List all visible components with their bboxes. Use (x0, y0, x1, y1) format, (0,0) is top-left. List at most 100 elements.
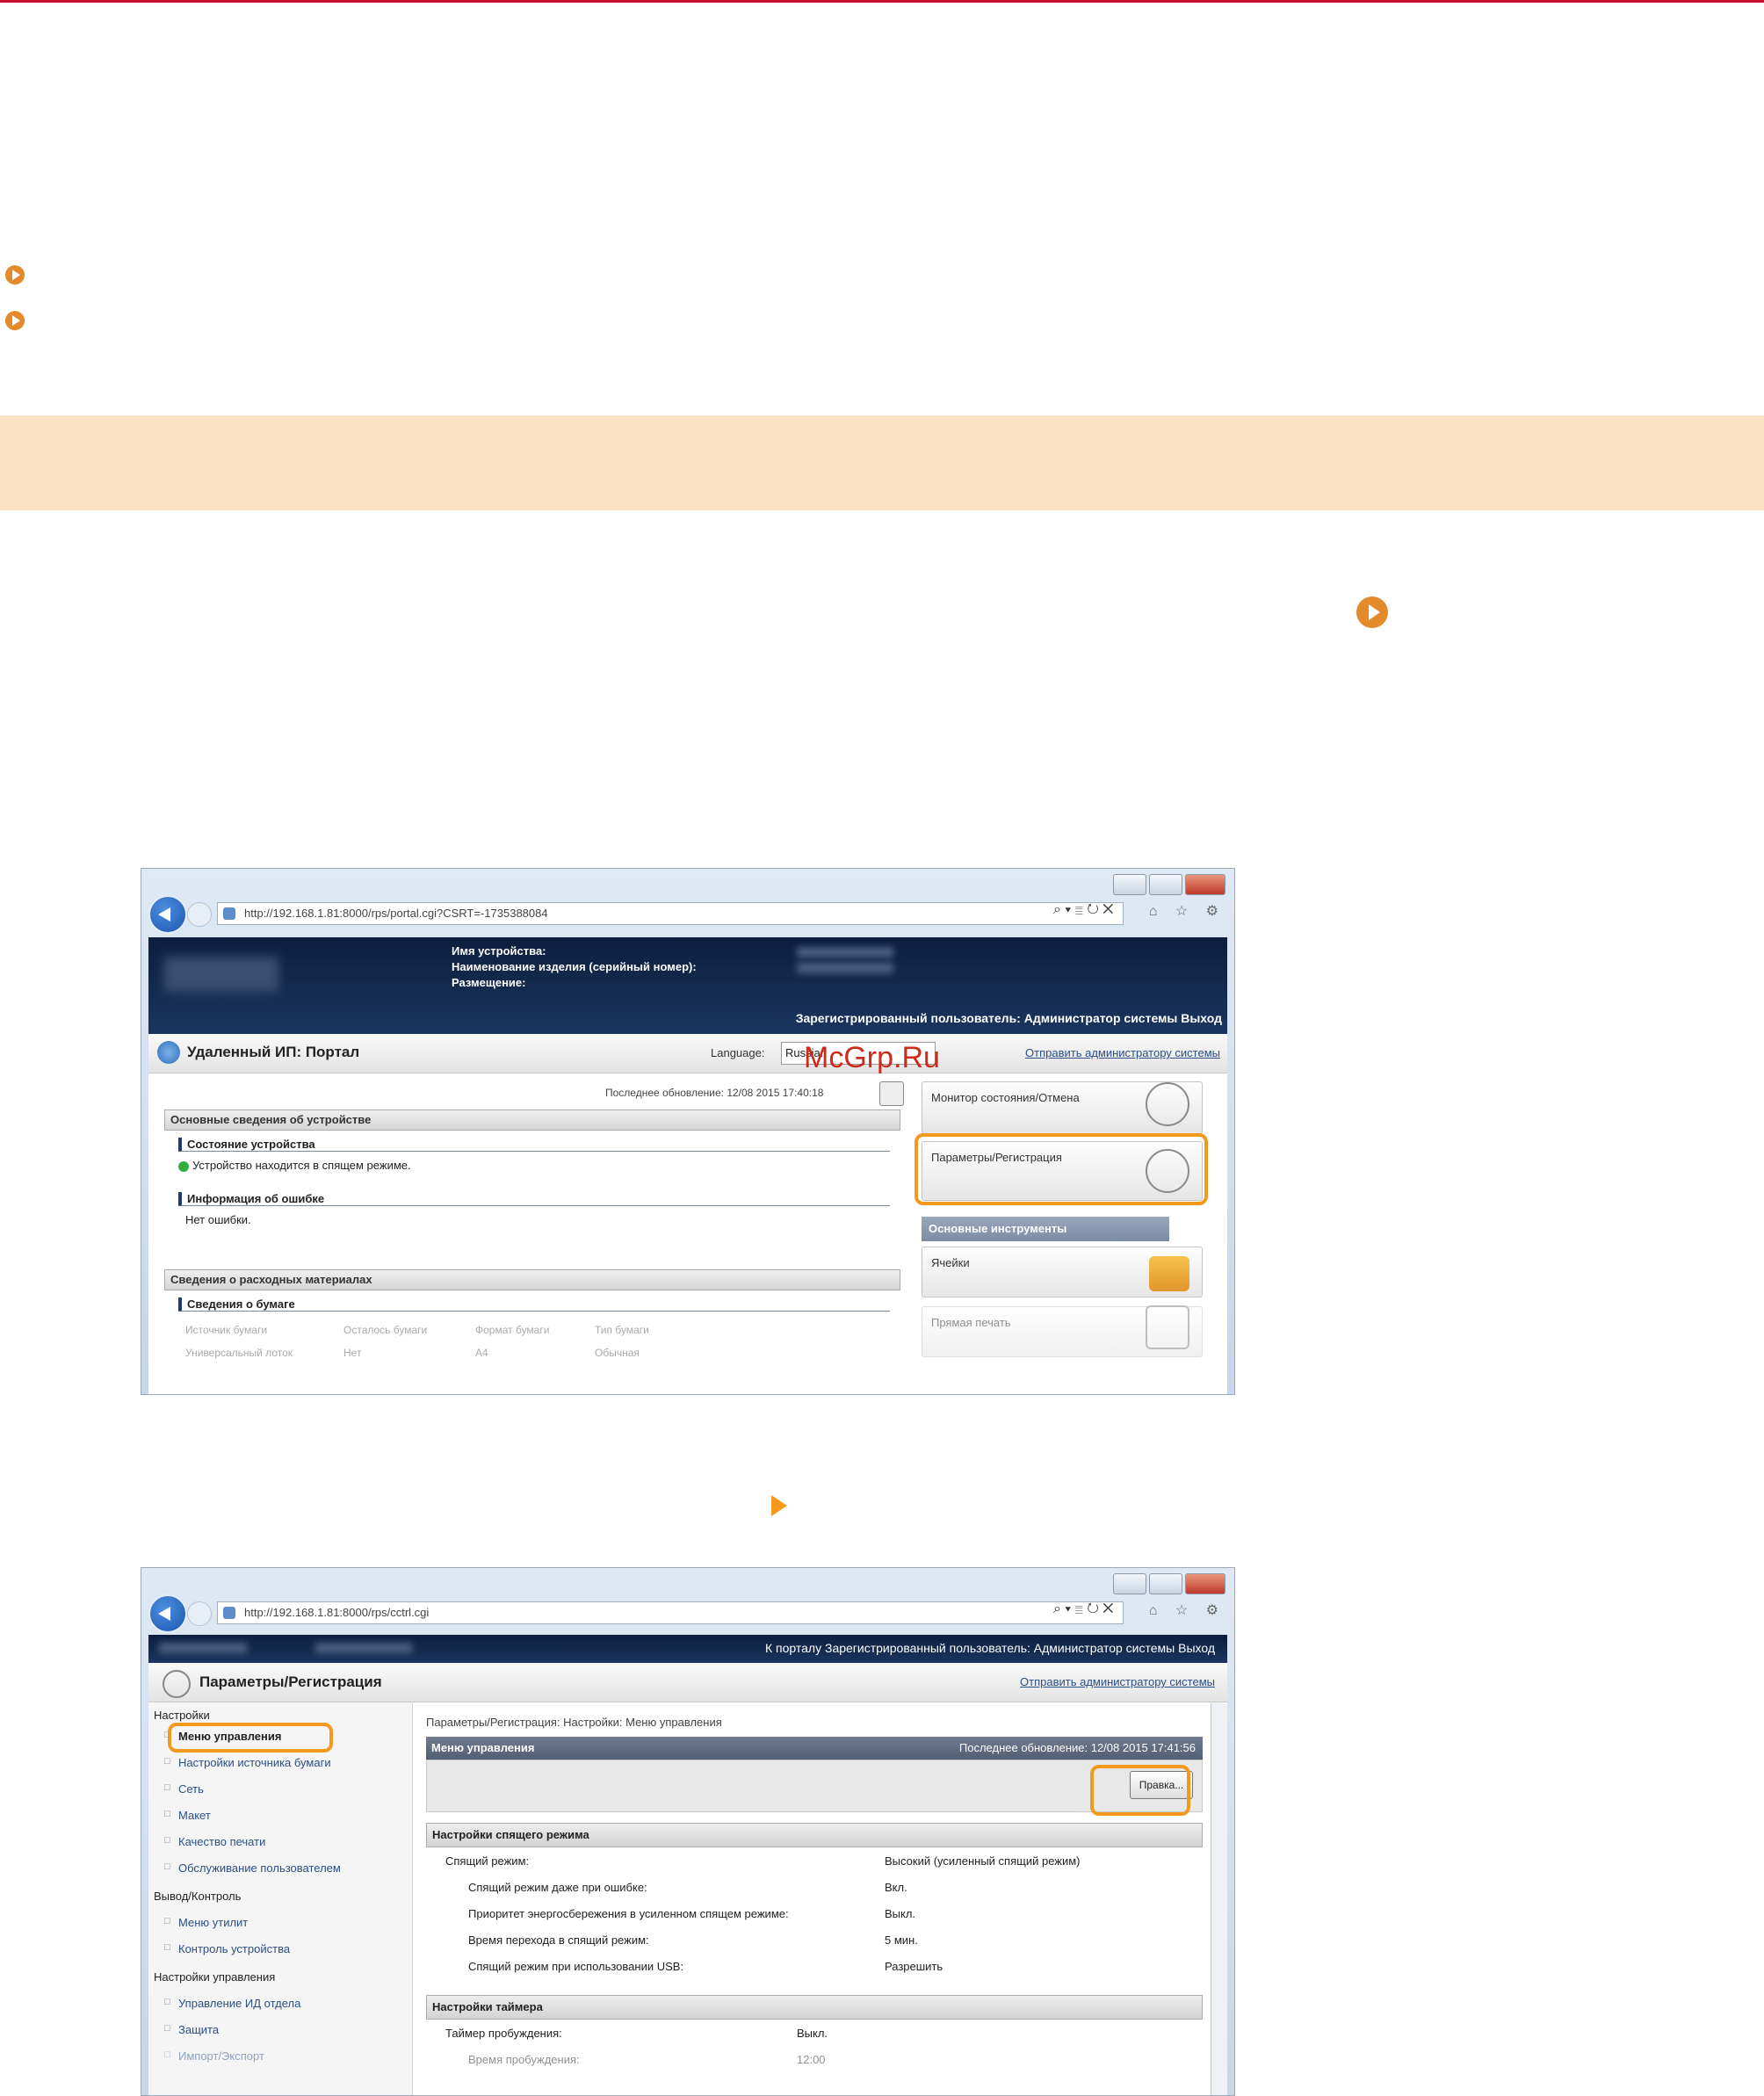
mailbox-button[interactable]: Ячейки (922, 1247, 1203, 1297)
settings-page: К порталу Зарегистрированный пользовател… (148, 1635, 1227, 2095)
minimize-button[interactable] (1113, 1573, 1146, 1594)
portal-title-bar: Удаленный ИП: Портал Language: Russian О… (148, 1034, 1227, 1074)
section-band (0, 416, 1764, 510)
consumables-header: Сведения о расходных материалах (164, 1269, 900, 1290)
url-input[interactable]: http://192.168.1.81:8000/rps/portal.cgi?… (217, 902, 1124, 925)
nav-item-utility-menu[interactable]: Меню утилит (164, 1916, 248, 1929)
paper-cell-source: Универсальный лоток (185, 1347, 293, 1359)
logged-in-user[interactable]: Зарегистрированный пользователь: Админис… (796, 1011, 1222, 1025)
forward-icon[interactable] (187, 902, 212, 927)
top-rule (0, 0, 1764, 3)
browser-nav-icons[interactable]: ⌂ ☆ ⚙ (1149, 1601, 1225, 1619)
send-to-admin-link[interactable]: Отправить администратору системы (1025, 1046, 1220, 1059)
usb-sleep-value: Разрешить (885, 1960, 943, 1973)
paper-cell-type: Обычная (595, 1347, 640, 1359)
url-input[interactable]: http://192.168.1.81:8000/rps/cctrl.cgi (217, 1601, 1124, 1624)
back-icon[interactable] (148, 1594, 187, 1633)
back-icon[interactable] (148, 895, 187, 934)
energy-priority-value: Выкл. (885, 1907, 916, 1920)
close-button[interactable] (1185, 874, 1225, 895)
error-info-title: Информация об ошибке (178, 1192, 890, 1206)
control-menu-header: Меню управления Последнее обновление: 12… (426, 1737, 1203, 1760)
mailbox-icon (1149, 1256, 1189, 1291)
device-name-value (797, 947, 893, 958)
device-name-blurred (159, 1643, 247, 1653)
settings-title-bar: Параметры/Регистрация Отправить админист… (148, 1663, 1227, 1702)
product-name-label: Наименование изделия (серийный номер): (452, 960, 697, 973)
device-name-label: Имя устройства: (452, 944, 546, 958)
portal-title: Удаленный ИП: Портал (187, 1044, 360, 1060)
paper-col-type: Тип бумаги (595, 1324, 649, 1336)
maximize-button[interactable] (1149, 1573, 1182, 1594)
direct-print-button[interactable]: Прямая печать (922, 1305, 1203, 1357)
nav-item-paper-source[interactable]: Настройки источника бумаги (164, 1756, 331, 1769)
last-updated: Последнее обновление: 12/08 2015 17:40:1… (605, 1087, 824, 1099)
portal-icon (157, 1041, 180, 1064)
status-monitor-button[interactable]: Монитор состояния/Отмена (922, 1081, 1203, 1134)
browser-window-portal: http://192.168.1.81:8000/rps/portal.cgi?… (141, 868, 1235, 1395)
sleep-mode-label: Спящий режим: (445, 1854, 530, 1868)
callout-highlight (915, 1133, 1208, 1205)
mailbox-label: Ячейки (931, 1256, 970, 1269)
forward-icon[interactable] (187, 1601, 212, 1626)
control-menu-title: Меню управления (431, 1741, 535, 1754)
browser-nav-icons[interactable]: ⌂ ☆ ⚙ (1149, 902, 1225, 920)
nav-item-device-control[interactable]: Контроль устройства (164, 1942, 290, 1955)
device-basic-info-header: Основные сведения об устройстве (164, 1109, 900, 1131)
nav-section-output: Вывод/Контроль (154, 1890, 242, 1903)
close-button[interactable] (1185, 1573, 1225, 1594)
maximize-button[interactable] (1149, 874, 1182, 895)
link-bullet-icon[interactable] (5, 265, 25, 285)
timer-settings-header: Настройки таймера (426, 1995, 1203, 2020)
nav-item-layout[interactable]: Макет (164, 1809, 211, 1822)
sleep-time-label: Время перехода в спящий режим: (468, 1933, 649, 1947)
watermark: McGrp.Ru (804, 1041, 940, 1074)
sleep-on-error-label: Спящий режим даже при ошибке: (468, 1881, 647, 1894)
address-bar: http://192.168.1.81:8000/rps/portal.cgi?… (148, 895, 1225, 934)
scrollbar[interactable] (1211, 1703, 1227, 2095)
left-nav: Настройки Меню управления Настройки исто… (148, 1703, 413, 2095)
gear-icon (163, 1670, 191, 1698)
nav-item-dept-id[interactable]: Управление ИД отдела (164, 1997, 300, 2010)
window-controls (1113, 1573, 1225, 1594)
url-tools[interactable]: ⌕ ▾ ≣ ↻ ✕ (1053, 1601, 1114, 1617)
sleep-mode-value: Высокий (усиленный спящий режим) (885, 1854, 1081, 1868)
wake-timer-label: Таймер пробуждения: (445, 2027, 562, 2040)
nav-item-network[interactable]: Сеть (164, 1782, 204, 1796)
wake-timer-value: Выкл. (797, 2027, 828, 2040)
link-bullet-icon[interactable] (5, 311, 25, 330)
logo-blurred (164, 957, 278, 992)
nav-section-management: Настройки управления (154, 1970, 276, 1984)
wake-time-value: 12:00 (797, 2053, 826, 2066)
last-updated: Последнее обновление: 12/08 2015 17:41:5… (958, 1741, 1196, 1754)
settings-main: Параметры/Регистрация: Настройки: Меню у… (414, 1703, 1227, 2095)
callout-highlight (1090, 1765, 1190, 1816)
sleep-time-value: 5 мин. (885, 1933, 918, 1947)
nav-item-print-quality[interactable]: Качество печати (164, 1835, 265, 1848)
direct-print-label: Прямая печать (931, 1316, 1011, 1329)
paper-cell-format: A4 (475, 1347, 488, 1359)
minimize-button[interactable] (1113, 874, 1146, 895)
refresh-icon[interactable] (879, 1081, 904, 1106)
language-label: Language: (711, 1046, 765, 1059)
paper-col-remaining: Осталось бумаги (343, 1324, 428, 1336)
paper-col-format: Формат бумаги (475, 1324, 550, 1336)
energy-priority-label: Приоритет энергосбережения в усиленном с… (468, 1907, 789, 1920)
paper-col-source: Источник бумаги (185, 1324, 268, 1336)
eye-icon (1146, 1082, 1189, 1126)
settings-header: К порталу Зарегистрированный пользовател… (148, 1635, 1227, 1663)
basic-tools-tab[interactable]: Основные инструменты (922, 1217, 1169, 1241)
nav-item-security[interactable]: Защита (164, 2023, 219, 2036)
header-links[interactable]: К порталу Зарегистрированный пользовател… (765, 1641, 1215, 1655)
location-label: Размещение: (452, 976, 526, 989)
link-bullet-icon[interactable] (1356, 596, 1388, 628)
address-bar: http://192.168.1.81:8000/rps/cctrl.cgi ⌕… (148, 1594, 1225, 1633)
step-arrow-icon (771, 1495, 787, 1516)
breadcrumb: Параметры/Регистрация: Настройки: Меню у… (426, 1716, 722, 1729)
product-name-value (797, 963, 893, 973)
settings-title: Параметры/Регистрация (199, 1673, 382, 1690)
nav-item-import-export[interactable]: Импорт/Экспорт (164, 2049, 264, 2063)
nav-item-user-maintenance[interactable]: Обслуживание пользователем (164, 1861, 341, 1875)
url-tools[interactable]: ⌕ ▾ ≣ ↻ ✕ (1053, 902, 1114, 918)
send-to-admin-link[interactable]: Отправить администратору системы (1020, 1675, 1215, 1688)
